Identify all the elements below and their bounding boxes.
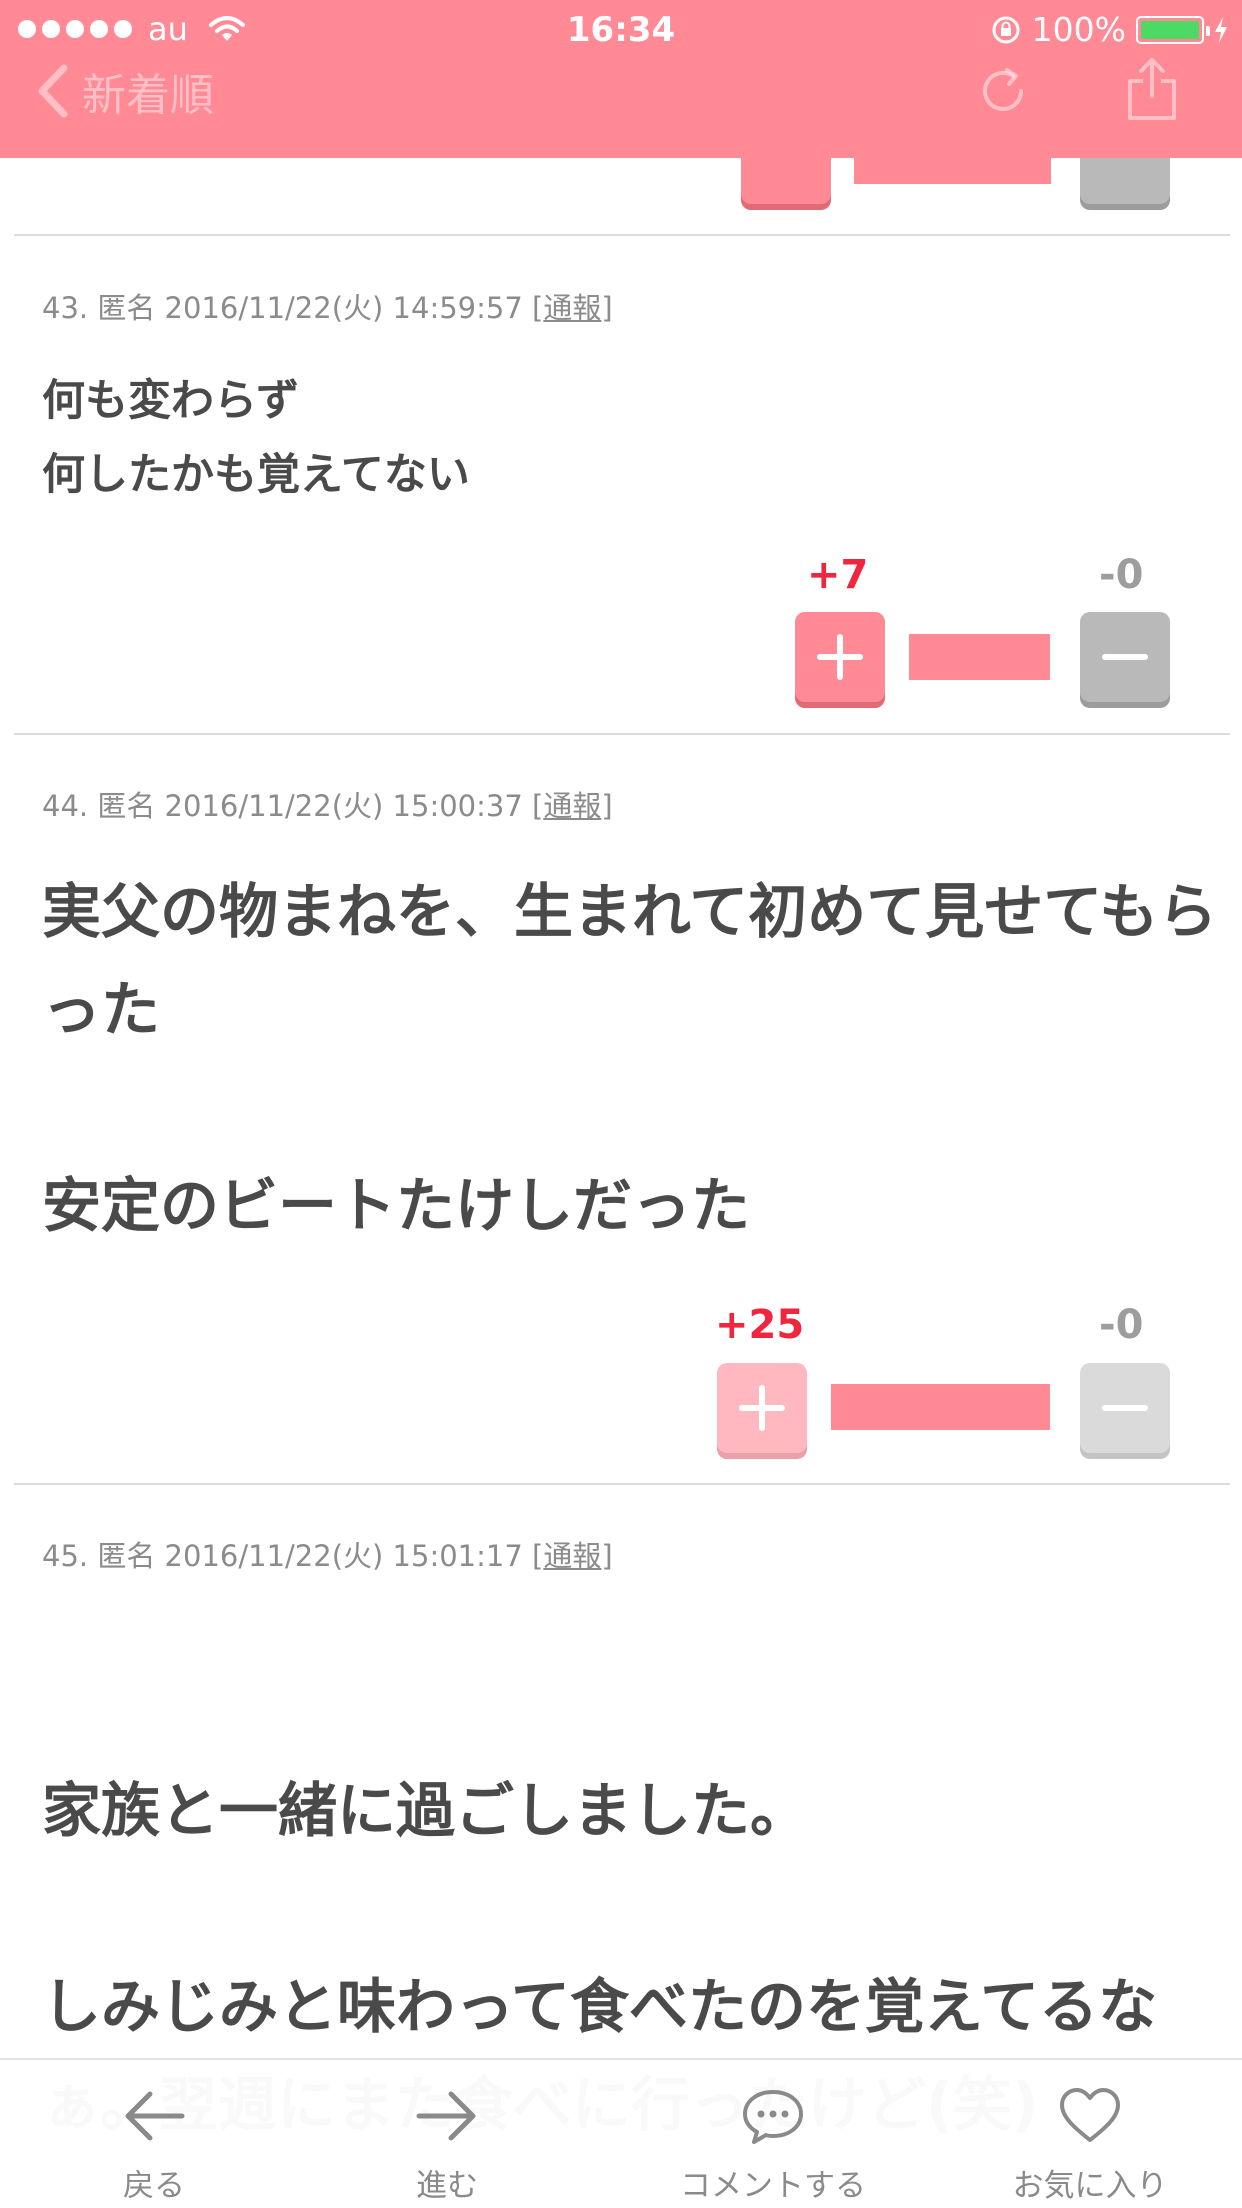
vote-ratio-bar <box>909 634 1050 680</box>
divider <box>14 1483 1230 1485</box>
navigation-bar: au 16:34 100% 新着順 <box>0 0 1242 158</box>
minus-icon <box>1102 1405 1148 1411</box>
upvote-count: +25 <box>715 1302 805 1348</box>
downvote-button[interactable] <box>1080 612 1170 702</box>
comment-body: 何も変わらず 何したかも覚えてない <box>42 376 470 500</box>
upvote-count: +7 <box>807 552 869 598</box>
report-link[interactable]: 通報 <box>543 1539 601 1573</box>
comment-meta: 45. 匿名 2016/11/22(火) 15:01:17 [通報] <box>42 1539 613 1573</box>
refresh-icon[interactable] <box>975 60 1031 122</box>
arrow-right-icon <box>416 2091 476 2141</box>
forward-tab[interactable]: 進む <box>377 2060 517 2208</box>
charging-bolt-icon <box>1215 16 1227 43</box>
tab-label: コメントする <box>680 2168 866 2204</box>
orientation-lock-icon <box>992 16 1020 43</box>
battery-percent: 100% <box>1031 10 1126 49</box>
divider <box>14 234 1230 236</box>
back-label: 新着順 <box>82 70 214 121</box>
comment-tab[interactable]: コメントする <box>668 2060 878 2208</box>
share-icon[interactable] <box>1124 56 1180 122</box>
vote-ratio-bar <box>831 1384 1050 1430</box>
tab-label: 戻る <box>123 2168 185 2204</box>
arrow-left-icon <box>125 2091 185 2141</box>
speech-bubble-icon <box>743 2090 803 2144</box>
chevron-left-icon <box>38 64 68 118</box>
comment-body: 実父の物まねを、生まれて初めて見せてもらった 安定のビートたけしだった <box>42 877 1218 1240</box>
plus-icon <box>739 1385 785 1431</box>
upvote-button[interactable] <box>717 1363 807 1453</box>
status-bar: au 16:34 100% <box>0 0 1242 60</box>
report-link[interactable]: 通報 <box>543 291 601 325</box>
minus-icon <box>1102 654 1148 660</box>
favorite-tab[interactable]: お気に入り <box>1000 2060 1180 2208</box>
comment-list: 43. 匿名 2016/11/22(火) 14:59:57 [通報] 何も変わら… <box>0 0 1242 2208</box>
bottom-toolbar: 戻る 進む コメントする お気に入り <box>0 2058 1242 2208</box>
plus-icon <box>817 634 863 680</box>
downvote-count: -0 <box>1099 1302 1144 1348</box>
divider <box>14 733 1230 735</box>
comment-meta: 44. 匿名 2016/11/22(火) 15:00:37 [通報] <box>42 789 613 823</box>
report-link[interactable]: 通報 <box>543 789 601 823</box>
heart-icon <box>1060 2088 1120 2142</box>
tab-label: お気に入り <box>1012 2168 1168 2204</box>
upvote-button[interactable] <box>795 612 885 702</box>
tab-label: 進む <box>416 2168 478 2204</box>
battery-icon <box>1136 15 1210 44</box>
downvote-count: -0 <box>1099 552 1144 598</box>
back-tab[interactable]: 戻る <box>84 2060 224 2208</box>
downvote-button[interactable] <box>1080 1363 1170 1453</box>
comment-meta: 43. 匿名 2016/11/22(火) 14:59:57 [通報] <box>42 291 613 325</box>
back-button[interactable]: 新着順 <box>34 60 214 122</box>
